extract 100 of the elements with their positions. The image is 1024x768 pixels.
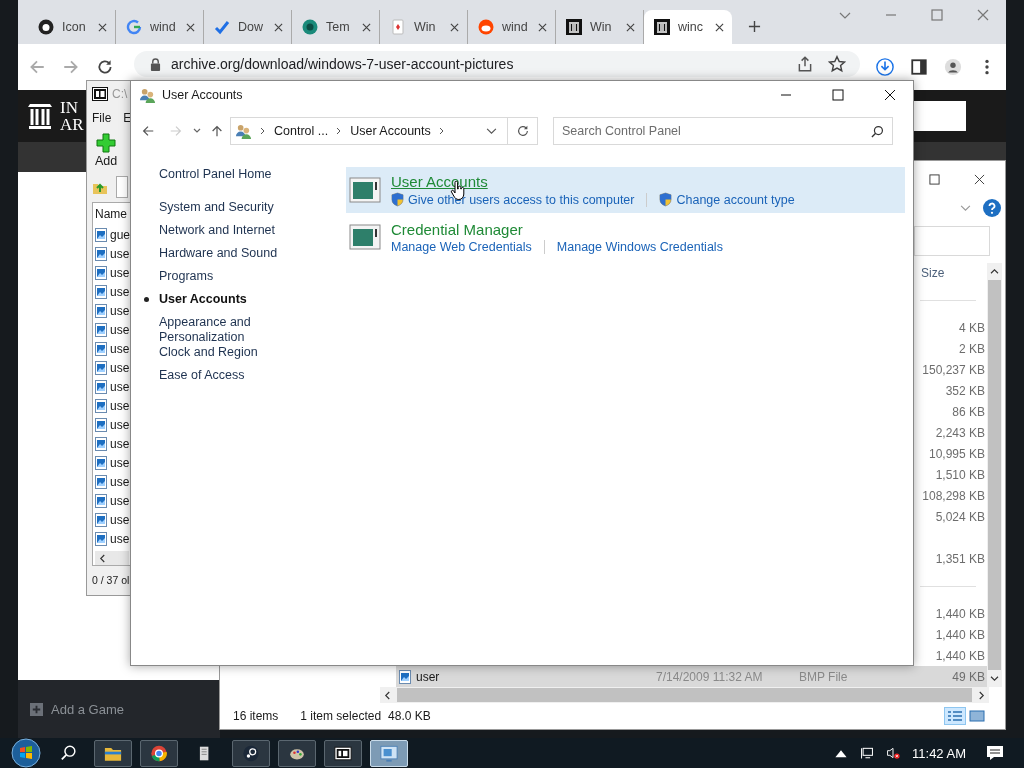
task-link[interactable]: Change account type (676, 192, 795, 207)
palette-icon[interactable] (278, 739, 316, 767)
up-icon[interactable] (210, 124, 224, 138)
file-name[interactable]: use (110, 284, 130, 299)
add-game-link[interactable]: Add a Game (51, 701, 124, 717)
file-name[interactable]: use (110, 246, 130, 261)
close-icon[interactable] (538, 22, 547, 32)
vertical-scrollbar[interactable] (987, 263, 1002, 687)
file-name[interactable]: use (110, 265, 130, 280)
profile-icon[interactable] (944, 58, 962, 76)
nav-link[interactable]: Control Panel Home (159, 167, 284, 182)
close-icon[interactable] (98, 22, 107, 32)
chevron-right-icon[interactable] (336, 127, 343, 135)
reload-icon[interactable] (96, 58, 114, 76)
horizontal-scrollbar[interactable] (95, 551, 129, 565)
close-icon[interactable] (274, 22, 283, 32)
start-button[interactable] (10, 738, 42, 768)
address-bar[interactable]: Control ... User Accounts (230, 117, 508, 145)
file-name[interactable]: use (110, 417, 130, 432)
file-row[interactable]: user 7/14/2009 11:32 AM BMP File 49 KB (396, 666, 987, 687)
nav-link[interactable]: Appearance and Personalization (159, 315, 284, 345)
close-icon[interactable] (626, 22, 635, 32)
share-icon[interactable] (796, 55, 814, 73)
search-field[interactable] (914, 101, 966, 131)
menu-item[interactable]: E (123, 111, 132, 125)
scroll-left-icon[interactable] (99, 553, 106, 563)
folder-button[interactable] (116, 176, 128, 198)
site-logo-text[interactable]: IN (60, 99, 78, 116)
nav-link[interactable]: User Accounts (159, 292, 284, 307)
chevron-right-icon[interactable] (438, 127, 445, 135)
close-icon[interactable] (715, 22, 724, 32)
file-name[interactable]: use (110, 474, 130, 489)
help-icon[interactable] (983, 199, 1001, 217)
add-button[interactable]: Add (92, 133, 120, 168)
close-icon[interactable] (974, 173, 985, 185)
horizontal-scrollbar[interactable] (380, 687, 989, 703)
temple-icon[interactable] (26, 102, 54, 130)
file-name[interactable]: use (110, 379, 130, 394)
refresh-button[interactable] (508, 117, 538, 145)
scroll-right-icon[interactable] (978, 690, 985, 700)
file-name[interactable]: use (110, 512, 130, 527)
muted-speaker-icon[interactable] (886, 746, 901, 760)
site-logo-text[interactable]: AR (60, 116, 84, 133)
details-view-icon[interactable] (945, 708, 965, 724)
recent-pages-icon[interactable] (193, 127, 201, 135)
file-name[interactable]: use (110, 436, 130, 451)
notification-icon[interactable] (986, 745, 1004, 761)
column-header[interactable]: Name (95, 203, 127, 225)
nav-link[interactable]: Hardware and Sound (159, 246, 284, 261)
star-icon[interactable] (828, 55, 846, 73)
nav-link[interactable]: Clock and Region (159, 345, 284, 360)
back-icon[interactable] (141, 124, 155, 138)
file-name[interactable]: use (110, 531, 130, 546)
browser-icon[interactable] (140, 739, 178, 767)
network-icon[interactable] (860, 746, 875, 760)
clock[interactable]: 11:42 AM (912, 745, 966, 761)
file-name[interactable]: gue (110, 227, 131, 242)
breadcrumb-item[interactable]: Control ... (274, 124, 329, 138)
category-link[interactable]: User Accounts (391, 173, 488, 190)
nav-link[interactable]: System and Security (159, 200, 284, 215)
settings-window-icon[interactable] (370, 739, 408, 767)
file-name[interactable]: use (110, 455, 130, 470)
browser-tab[interactable]: winc (644, 10, 732, 44)
file-name[interactable]: use (110, 493, 130, 508)
category-link[interactable]: Credential Manager (391, 220, 523, 238)
close-icon[interactable] (450, 22, 459, 32)
menu-item[interactable]: File (92, 111, 112, 125)
scroll-up-icon[interactable] (990, 268, 999, 275)
scroll-left-icon[interactable] (384, 690, 391, 700)
category-entry[interactable]: Credential Manager Manage Web Credentials Manage Windows Credentials (346, 214, 905, 260)
nav-link[interactable]: Programs (159, 269, 284, 284)
chevron-right-icon[interactable] (260, 127, 266, 135)
scroll-down-icon[interactable] (990, 675, 999, 682)
file-name[interactable]: use (110, 341, 130, 356)
file-name[interactable]: use (110, 360, 130, 375)
maximize-icon[interactable] (929, 173, 940, 185)
column-header[interactable]: Size (921, 266, 945, 280)
close-icon[interactable] (186, 22, 195, 32)
close-icon[interactable] (362, 22, 371, 32)
folder-icon[interactable] (94, 739, 132, 767)
file-name[interactable]: use (110, 303, 130, 318)
new-tab-icon[interactable] (748, 20, 761, 33)
sidebar-icon[interactable] (910, 58, 928, 76)
chevron-down-icon[interactable] (486, 127, 497, 135)
download-icon[interactable] (876, 58, 894, 76)
breadcrumb-item[interactable]: User Accounts (350, 124, 431, 138)
search-field[interactable]: Search Control Panel (553, 117, 893, 145)
nav-link[interactable]: Network and Internet (159, 223, 284, 238)
search-icon[interactable] (60, 744, 78, 762)
task-link[interactable]: Manage Windows Credentials (556, 239, 723, 254)
address-bar[interactable]: archive.org/download/windows-7-user-account-pictures (134, 51, 860, 77)
file-name[interactable]: use (110, 398, 130, 413)
archive-logo-icon[interactable] (324, 739, 362, 767)
tab-title: Win (414, 20, 437, 34)
task-link[interactable]: Manage Web Credentials (391, 239, 532, 254)
search-field[interactable] (914, 226, 990, 256)
file-name[interactable]: use (110, 322, 130, 337)
plus-icon[interactable] (30, 702, 43, 716)
thumbnail-view-icon[interactable] (967, 708, 987, 724)
nav-link[interactable]: Ease of Access (159, 368, 284, 383)
